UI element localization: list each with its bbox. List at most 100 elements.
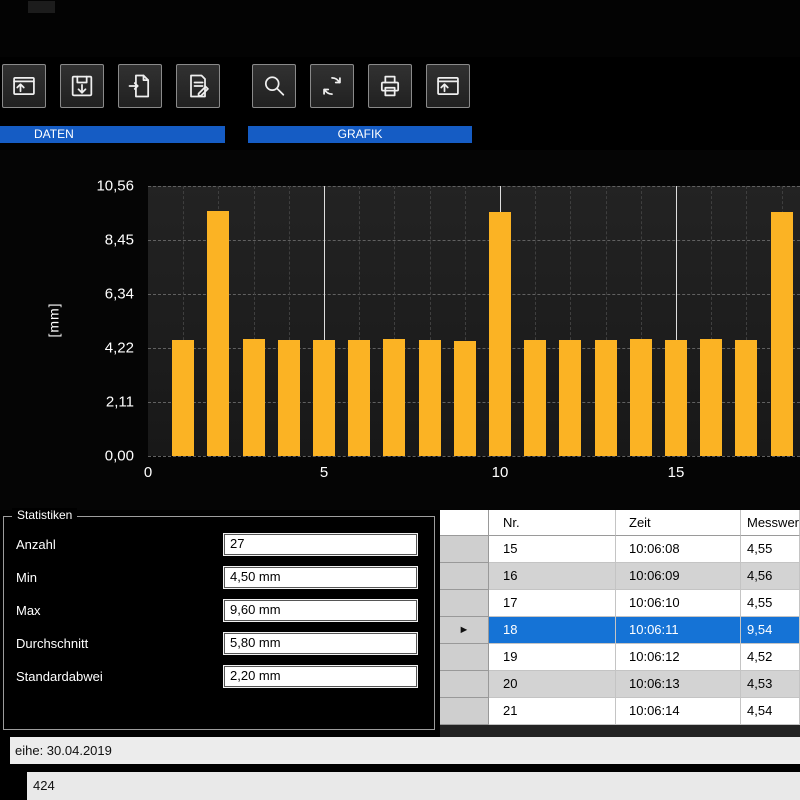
stat-label: Max — [16, 603, 41, 618]
cell-messwert[interactable]: 9,54 — [741, 617, 800, 644]
stat-value-input[interactable]: 5,80 mm — [223, 632, 418, 655]
cell-nr[interactable]: 21 — [489, 698, 616, 725]
cell-messwert[interactable]: 4,52 — [741, 644, 800, 671]
report-button[interactable] — [176, 64, 220, 108]
column-header-nr[interactable]: Nr. — [489, 510, 616, 536]
cell-messwert[interactable]: 4,56 — [741, 563, 800, 590]
load-data-button[interactable] — [2, 64, 46, 108]
row-selector[interactable]: ► — [440, 617, 489, 644]
cell-zeit[interactable]: 10:06:13 — [616, 671, 741, 698]
table-row[interactable]: 2110:06:144,54 — [440, 698, 800, 725]
recycle-icon — [318, 72, 346, 100]
row-selector[interactable] — [440, 698, 489, 725]
cell-nr[interactable]: 16 — [489, 563, 616, 590]
cell-zeit[interactable]: 10:06:10 — [616, 590, 741, 617]
statusbar-left-clip — [0, 737, 10, 764]
table-row[interactable]: 2010:06:134,53 — [440, 671, 800, 698]
stat-value-input[interactable]: 27 — [223, 533, 418, 556]
table-row[interactable]: 1610:06:094,56 — [440, 563, 800, 590]
column-header-messwert[interactable]: Messwert — [741, 510, 800, 536]
y-tick-label: 0,00 — [105, 448, 134, 465]
gridline-horizontal — [148, 456, 800, 457]
x-tick-label: 5 — [320, 464, 328, 481]
stat-value-input[interactable]: 4,50 mm — [223, 566, 418, 589]
refresh-button[interactable] — [310, 64, 354, 108]
row-selector-header — [440, 510, 489, 536]
table-body: 1510:06:084,551610:06:094,561710:06:104,… — [440, 536, 800, 725]
row-selector[interactable] — [440, 536, 489, 563]
titlebar — [0, 0, 800, 57]
gridline-horizontal — [148, 294, 800, 295]
printer-icon — [376, 72, 404, 100]
row-selector[interactable] — [440, 563, 489, 590]
statistics-panel: Statistiken Anzahl27Min4,50 mmMax9,60 mm… — [3, 516, 435, 730]
measurement-bar — [630, 339, 652, 456]
stat-label: Standardabwei — [16, 669, 103, 684]
table-row[interactable]: 1710:06:104,55 — [440, 590, 800, 617]
stat-label: Durchschnitt — [16, 636, 88, 651]
row-selector[interactable] — [440, 671, 489, 698]
measurement-bar — [454, 341, 476, 456]
cell-zeit[interactable]: 10:06:12 — [616, 644, 741, 671]
table-row[interactable]: 1510:06:084,55 — [440, 536, 800, 563]
disk-down-icon — [68, 72, 96, 100]
cell-zeit[interactable]: 10:06:08 — [616, 536, 741, 563]
measurement-bar — [595, 340, 617, 456]
stat-row: Standardabwei 2,20 mm — [16, 664, 418, 688]
cell-messwert[interactable]: 4,54 — [741, 698, 800, 725]
x-axis-ticks: 051015 — [148, 464, 800, 486]
stat-row: Max 9,60 mm — [16, 598, 418, 622]
zoom-button[interactable] — [252, 64, 296, 108]
measurement-bar — [524, 340, 546, 456]
y-tick-label: 8,45 — [105, 231, 134, 248]
stat-row: Anzahl27 — [16, 532, 418, 556]
cell-nr[interactable]: 20 — [489, 671, 616, 698]
row-selector[interactable] — [440, 590, 489, 617]
cell-nr[interactable]: 19 — [489, 644, 616, 671]
measurement-bar — [665, 340, 687, 456]
save-data-button[interactable] — [60, 64, 104, 108]
cell-nr[interactable]: 15 — [489, 536, 616, 563]
cell-zeit[interactable]: 10:06:11 — [616, 617, 741, 644]
table-header-row: Nr.ZeitMesswert — [440, 510, 800, 536]
row-selector[interactable] — [440, 644, 489, 671]
statusbar: eihe: 30.04.2019 — [0, 737, 800, 764]
stat-row: Min 4,50 mm — [16, 565, 418, 589]
frame-up-icon — [434, 72, 462, 100]
titlebar-fragment — [28, 1, 55, 13]
x-tick-label: 15 — [668, 464, 685, 481]
table-row[interactable]: 1910:06:124,52 — [440, 644, 800, 671]
cell-messwert[interactable]: 4,55 — [741, 590, 800, 617]
export-data-button[interactable] — [118, 64, 162, 108]
cell-nr[interactable]: 17 — [489, 590, 616, 617]
cell-messwert[interactable]: 4,53 — [741, 671, 800, 698]
export-graphic-button[interactable] — [426, 64, 470, 108]
group-label-grafik: GRAFIK — [248, 126, 472, 143]
measurement-bar — [348, 340, 370, 456]
cell-zeit[interactable]: 10:06:09 — [616, 563, 741, 590]
column-header-zeit[interactable]: Zeit — [616, 510, 741, 536]
toolbar-group-daten — [2, 64, 220, 108]
measurement-chart: [mm] 10,568,456,344,222,110,00 051015 — [0, 150, 800, 510]
cell-nr[interactable]: 18 — [489, 617, 616, 644]
stat-label: Min — [16, 570, 37, 585]
measurement-bar — [559, 340, 581, 456]
measurement-bar — [419, 340, 441, 456]
y-tick-label: 4,22 — [105, 340, 134, 357]
stat-value-input[interactable]: 2,20 mm — [223, 665, 418, 688]
app-window: DATEN GRAFIK [mm] 10,568,456,344,222,110… — [0, 0, 800, 800]
measurement-bar — [278, 340, 300, 456]
y-tick-label: 6,34 — [105, 285, 134, 302]
stat-value-input[interactable]: 9,60 mm — [223, 599, 418, 622]
doc-edit-icon — [184, 72, 212, 100]
print-button[interactable] — [368, 64, 412, 108]
toolbar-group-grafik — [252, 64, 470, 108]
cell-zeit[interactable]: 10:06:14 — [616, 698, 741, 725]
bottombar-text: 424 — [33, 772, 55, 800]
y-tick-label: 10,56 — [96, 178, 134, 195]
cell-messwert[interactable]: 4,55 — [741, 536, 800, 563]
table-row[interactable]: ►1810:06:119,54 — [440, 617, 800, 644]
plot-area — [148, 186, 800, 456]
measurement-bar — [172, 340, 194, 456]
measurement-bar — [735, 340, 757, 456]
